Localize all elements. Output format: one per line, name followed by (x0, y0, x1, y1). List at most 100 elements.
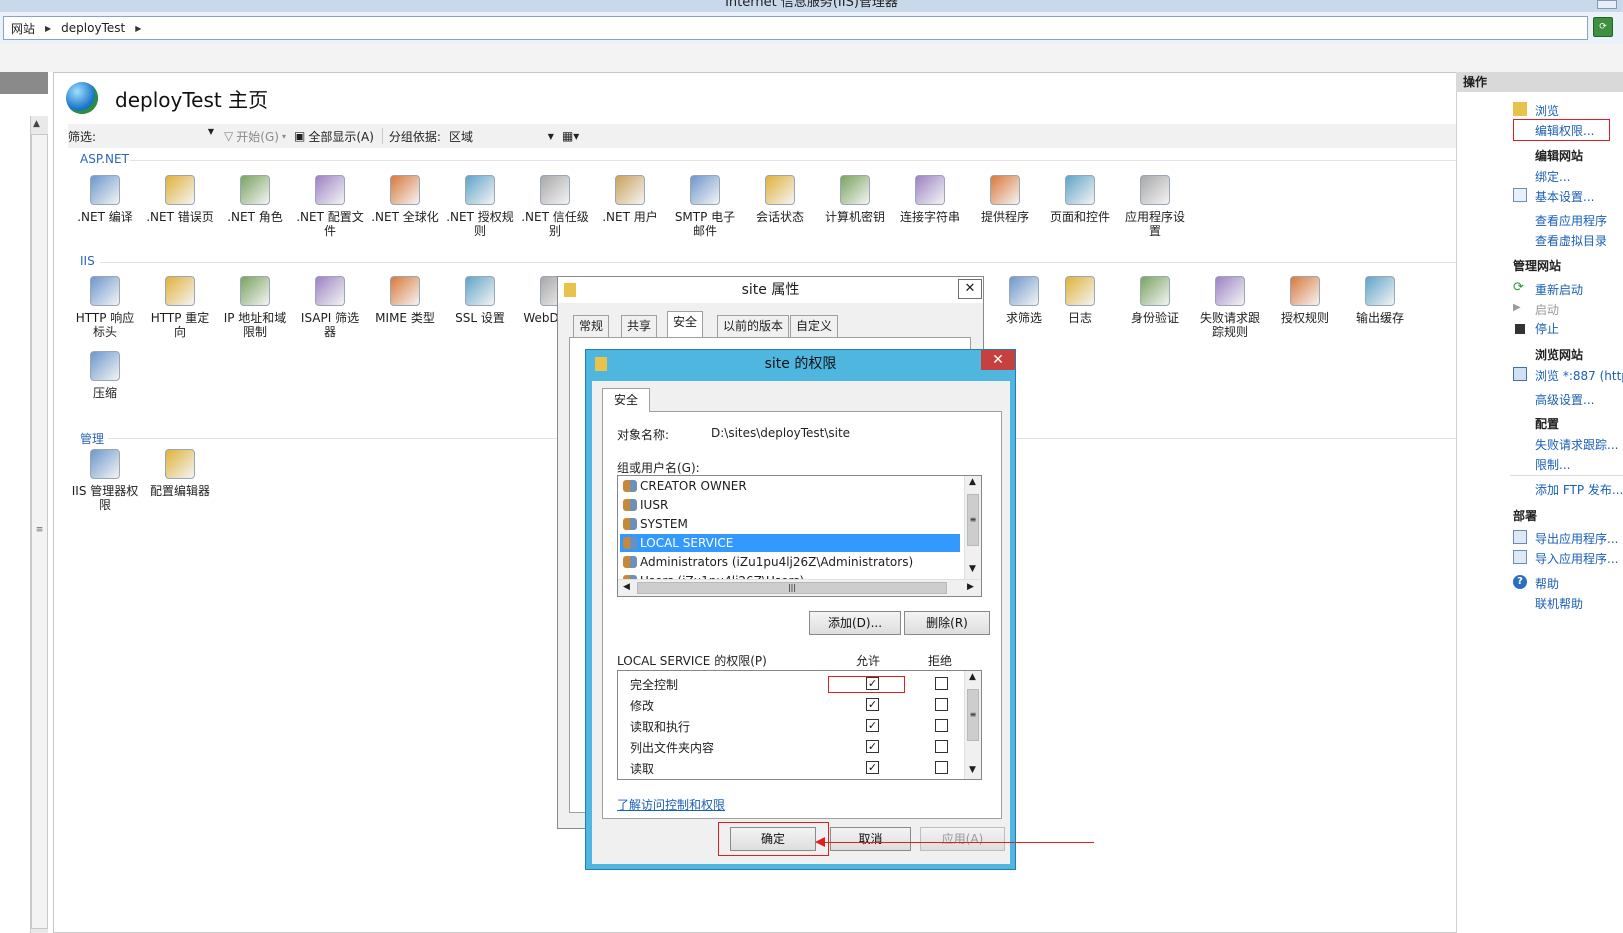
scroll-up-icon[interactable]: ▲ (969, 477, 976, 487)
section-manage[interactable]: 管理 (80, 430, 104, 447)
feature-providers[interactable]: 提供程序 (971, 175, 1039, 224)
scroll-down-icon[interactable]: ▼ (969, 564, 976, 574)
feature-profile[interactable]: .NET 配置文件 (296, 175, 364, 238)
chevron-down-icon[interactable]: ▾ (282, 132, 286, 141)
action-help[interactable]: 帮助 (1535, 575, 1559, 592)
feature-authentication[interactable]: 身份验证 (1121, 276, 1189, 325)
breadcrumb-separator-icon[interactable]: ▶ (135, 24, 141, 33)
user-list-item[interactable]: SYSTEM (620, 515, 960, 533)
tab-general[interactable]: 常规 (573, 315, 610, 337)
tab-sharing[interactable]: 共享 (621, 315, 658, 337)
scroll-down-icon[interactable]: ▼ (969, 765, 976, 775)
section-aspnet[interactable]: ASP.NET (80, 152, 129, 166)
action-restart[interactable]: 重新启动 (1535, 281, 1583, 298)
feature-compile[interactable]: .NET 编译 (71, 175, 139, 224)
scroll-up-icon[interactable]: ▲ (969, 672, 976, 682)
feature-conn-string[interactable]: 连接字符串 (896, 175, 964, 224)
breadcrumb-sites[interactable]: 网站 (11, 20, 35, 37)
feature-auth-rules[interactable]: .NET 授权规则 (446, 175, 514, 238)
user-list-item[interactable]: CREATOR OWNER (620, 477, 960, 495)
scroll-right-icon[interactable]: ▶ (967, 582, 974, 592)
feature-smtp[interactable]: SMTP 电子邮件 (671, 175, 739, 238)
feature-roles[interactable]: .NET 角色 (221, 175, 289, 224)
scrollbar-thumb[interactable]: ≡ (967, 494, 979, 546)
refresh-icon[interactable]: ⟳ (1593, 17, 1613, 37)
user-list-item[interactable]: IUSR (620, 496, 960, 514)
action-advanced-settings[interactable]: 高级设置... (1535, 391, 1594, 408)
view-mode-icon[interactable]: ▦▾ (562, 129, 579, 143)
allow-checkbox[interactable]: ✓ (866, 740, 879, 753)
action-view-virtual-dirs[interactable]: 查看虚拟目录 (1535, 232, 1607, 249)
user-list-item[interactable]: Administrators (iZu1pu4lj26Z\Administrat… (620, 553, 960, 571)
action-import-app[interactable]: 导入应用程序... (1535, 550, 1618, 567)
tab-customize[interactable]: 自定义 (790, 315, 839, 337)
feature-machine-key[interactable]: 计算机密钥 (821, 175, 889, 224)
feature-authorization[interactable]: 授权规则 (1271, 276, 1339, 325)
filter-input[interactable]: ▼ (104, 127, 214, 145)
feature-session[interactable]: 会话状态 (746, 175, 814, 224)
allow-checkbox[interactable]: ✓ (866, 719, 879, 732)
action-export-app[interactable]: 导出应用程序... (1535, 530, 1618, 547)
action-view-applications[interactable]: 查看应用程序 (1535, 212, 1607, 229)
feature-failed-trace[interactable]: 失败请求跟踪规则 (1196, 276, 1264, 339)
cancel-button[interactable]: 取消 (830, 827, 911, 851)
feature-app-settings[interactable]: 应用程序设置 (1121, 175, 1189, 238)
action-online-help[interactable]: 联机帮助 (1535, 595, 1583, 612)
scroll-left-icon[interactable]: ◀ (623, 582, 630, 592)
scroll-up-icon[interactable]: ▲ (33, 119, 40, 129)
remove-button[interactable]: 删除(R) (904, 611, 990, 635)
action-basic-settings[interactable]: 基本设置... (1535, 188, 1594, 205)
feature-config-editor[interactable]: 配置编辑器 (146, 449, 214, 498)
action-browse[interactable]: 浏览 (1535, 102, 1559, 119)
user-list-item[interactable]: LOCAL SERVICE (620, 534, 960, 552)
tab-security[interactable]: 安全 (602, 388, 650, 412)
breadcrumb-separator-icon[interactable]: ▶ (45, 24, 51, 33)
allow-checkbox[interactable]: ✓ (866, 761, 879, 774)
group-by-select[interactable]: 区域 ▼ (449, 128, 554, 145)
feature-iis-mgr-perm[interactable]: IIS 管理器权限 (71, 449, 139, 512)
feature-compression[interactable]: 压缩 (71, 351, 139, 400)
feature-isapi[interactable]: ISAPI 筛选器 (296, 276, 364, 339)
action-stop[interactable]: 停止 (1535, 320, 1559, 337)
action-failed-trace[interactable]: 失败请求跟踪... (1535, 436, 1618, 453)
feature-ssl-lock[interactable]: SSL 设置 (446, 276, 514, 325)
feature-logging[interactable]: 日志 (1046, 276, 1114, 325)
add-button[interactable]: 添加(D)... (809, 611, 901, 635)
close-icon[interactable]: ✕ (958, 279, 982, 299)
learn-access-control-link[interactable]: 了解访问控制和权限 (617, 796, 725, 813)
close-icon[interactable]: ✕ (981, 350, 1015, 370)
address-bar[interactable]: 网站 ▶ deployTest ▶ (3, 16, 1588, 40)
action-start[interactable]: 启动 (1535, 301, 1559, 318)
deny-checkbox[interactable] (935, 740, 948, 753)
feature-globe[interactable]: .NET 全球化 (371, 175, 439, 224)
feature-redirect[interactable]: HTTP 重定向 (146, 276, 214, 339)
deny-checkbox[interactable] (935, 698, 948, 711)
section-iis[interactable]: IIS (80, 254, 95, 268)
users-hscrollbar[interactable]: ◀ ||| ▶ (618, 579, 981, 596)
action-limits[interactable]: 限制... (1535, 456, 1570, 473)
permissions-vscrollbar[interactable]: ▲ ≡ ▼ (964, 671, 981, 779)
show-all-button[interactable]: ▣ 全部显示(A) (294, 128, 374, 145)
tab-security[interactable]: 安全 (667, 311, 704, 338)
feature-ip-restrict[interactable]: IP 地址和域限制 (221, 276, 289, 339)
feature-http-headers[interactable]: HTTP 响应标头 (71, 276, 139, 339)
feature-error-page[interactable]: .NET 错误页 (146, 175, 214, 224)
scrollbar-thumb[interactable]: ≡ (31, 134, 48, 929)
feature-trust[interactable]: .NET 信任级别 (521, 175, 589, 238)
action-bindings[interactable]: 绑定... (1535, 168, 1570, 185)
feature-mime[interactable]: MIME 类型 (371, 276, 439, 325)
users-listbox[interactable]: CREATOR OWNER IUSR SYSTEM LOCAL SERVICE Admi… (617, 475, 982, 597)
action-add-ftp[interactable]: 添加 FTP 发布... (1535, 481, 1623, 498)
connections-scrollbar[interactable]: ▲ ≡ (30, 116, 48, 933)
feature-pages-controls[interactable]: 页面和控件 (1046, 175, 1114, 224)
breadcrumb-deploytest[interactable]: deployTest (61, 21, 125, 35)
scrollbar-thumb[interactable]: ≡ (967, 689, 979, 741)
scrollbar-thumb[interactable]: ||| (637, 582, 947, 594)
feature-users[interactable]: .NET 用户 (596, 175, 664, 224)
deny-checkbox[interactable] (935, 719, 948, 732)
tab-previous-versions[interactable]: 以前的版本 (717, 315, 790, 337)
allow-checkbox[interactable]: ✓ (866, 698, 879, 711)
apply-button[interactable]: 应用(A) (920, 827, 1005, 851)
deny-checkbox[interactable] (935, 677, 948, 690)
deny-checkbox[interactable] (935, 761, 948, 774)
